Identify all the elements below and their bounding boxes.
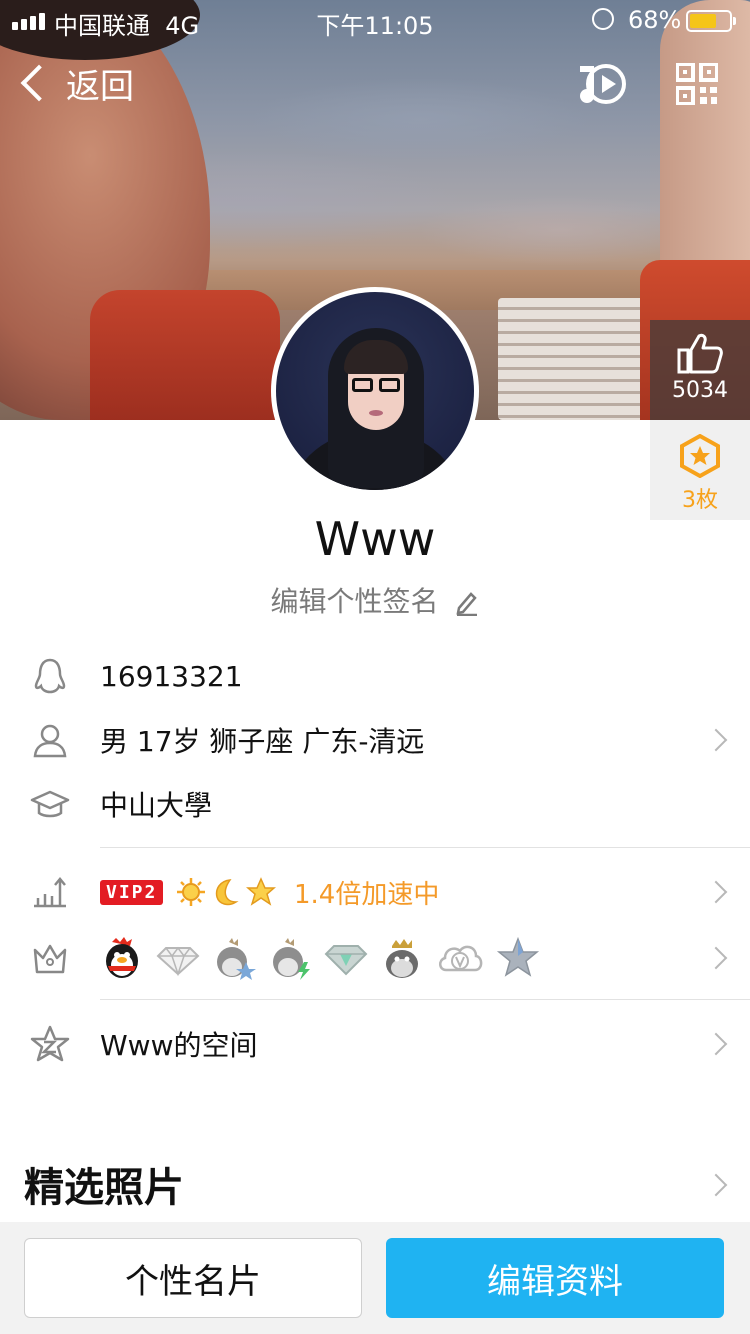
chevron-left-icon: [20, 64, 58, 102]
vip-row[interactable]: VIP2 1.4倍加速中: [0, 862, 750, 922]
speed-text: 1.4倍加速中: [294, 879, 440, 910]
edit-profile-button[interactable]: 编辑资料: [386, 1238, 724, 1318]
school-row: 中山大學: [0, 774, 750, 834]
chevron-right-icon: [704, 1173, 728, 1197]
diamond-icon[interactable]: [156, 936, 200, 980]
crown-outline-icon: [33, 944, 67, 974]
star-medal-icon: [680, 433, 720, 479]
back-label: 返回: [66, 66, 134, 107]
service-badges-row[interactable]: [0, 928, 750, 988]
bottom-action-bar: 个性名片 编辑资料: [0, 1222, 750, 1334]
sun-icon: [177, 878, 205, 906]
chevron-right-icon: [704, 728, 728, 752]
signature-label: 编辑个性签名: [270, 585, 439, 618]
penguin-star-icon[interactable]: [212, 936, 256, 980]
music-play-icon[interactable]: [578, 60, 630, 108]
star-icon: [246, 877, 276, 906]
personal-info-row[interactable]: 男 17岁 狮子座 广东-清远: [0, 710, 750, 770]
personal-info: 男 17岁 狮子座 广东-清远: [100, 725, 425, 758]
crown-penguin-icon[interactable]: [380, 936, 424, 980]
moon-icon: [215, 879, 239, 906]
gray-star-icon[interactable]: [496, 936, 540, 980]
divider: [100, 847, 750, 848]
qr-code-icon[interactable]: [675, 62, 719, 106]
profile-name: Www: [314, 512, 436, 566]
like-count: 5034: [672, 378, 728, 403]
qzone-label: Www的空间: [100, 1029, 258, 1062]
battery-percent: 68%: [628, 6, 682, 34]
qq-number-row: 16913321: [0, 646, 750, 706]
medal-count: 3枚: [682, 488, 718, 513]
medal-button[interactable]: 3枚: [650, 420, 750, 520]
back-button[interactable]: 返回: [14, 58, 134, 108]
chevron-right-icon: [704, 1032, 728, 1056]
battery-icon: [686, 10, 736, 32]
person-icon: [33, 724, 67, 758]
qq-number: 16913321: [100, 659, 243, 693]
pencil-icon: [456, 592, 478, 616]
vip-badge: VIP2: [100, 879, 164, 905]
featured-photos-link[interactable]: [0, 1155, 750, 1215]
chevron-right-icon: [704, 946, 728, 970]
qq-penguin-icon[interactable]: [100, 936, 144, 980]
green-diamond-icon[interactable]: [324, 936, 368, 980]
chevron-right-icon: [704, 880, 728, 904]
school: 中山大學: [100, 789, 213, 822]
level-icons: [176, 877, 276, 907]
service-badges: [100, 936, 540, 980]
personal-card-button[interactable]: 个性名片: [24, 1238, 362, 1318]
like-button[interactable]: 5034: [650, 320, 750, 420]
level-chart-icon: [34, 877, 66, 908]
graduation-cap-icon: [30, 790, 70, 818]
status-bar: 中国联通 4G 下午11:05 68%: [0, 0, 750, 40]
divider: [100, 999, 750, 1000]
penguin-outline-icon: [34, 658, 66, 694]
profile-page: 中国联通 4G 下午11:05 68% 返回 5034 3枚 Www 编辑个性签…: [0, 0, 750, 1334]
cloud-v-icon[interactable]: [436, 936, 484, 980]
rotation-lock-icon: [592, 8, 614, 30]
qzone-row[interactable]: Www的空间: [0, 1014, 750, 1074]
penguin-bolt-icon[interactable]: [268, 936, 312, 980]
edit-signature-link[interactable]: 编辑个性签名: [0, 580, 750, 620]
qzone-star-icon: [30, 1025, 70, 1062]
avatar[interactable]: [271, 287, 479, 495]
thumbs-up-icon: [677, 333, 723, 374]
